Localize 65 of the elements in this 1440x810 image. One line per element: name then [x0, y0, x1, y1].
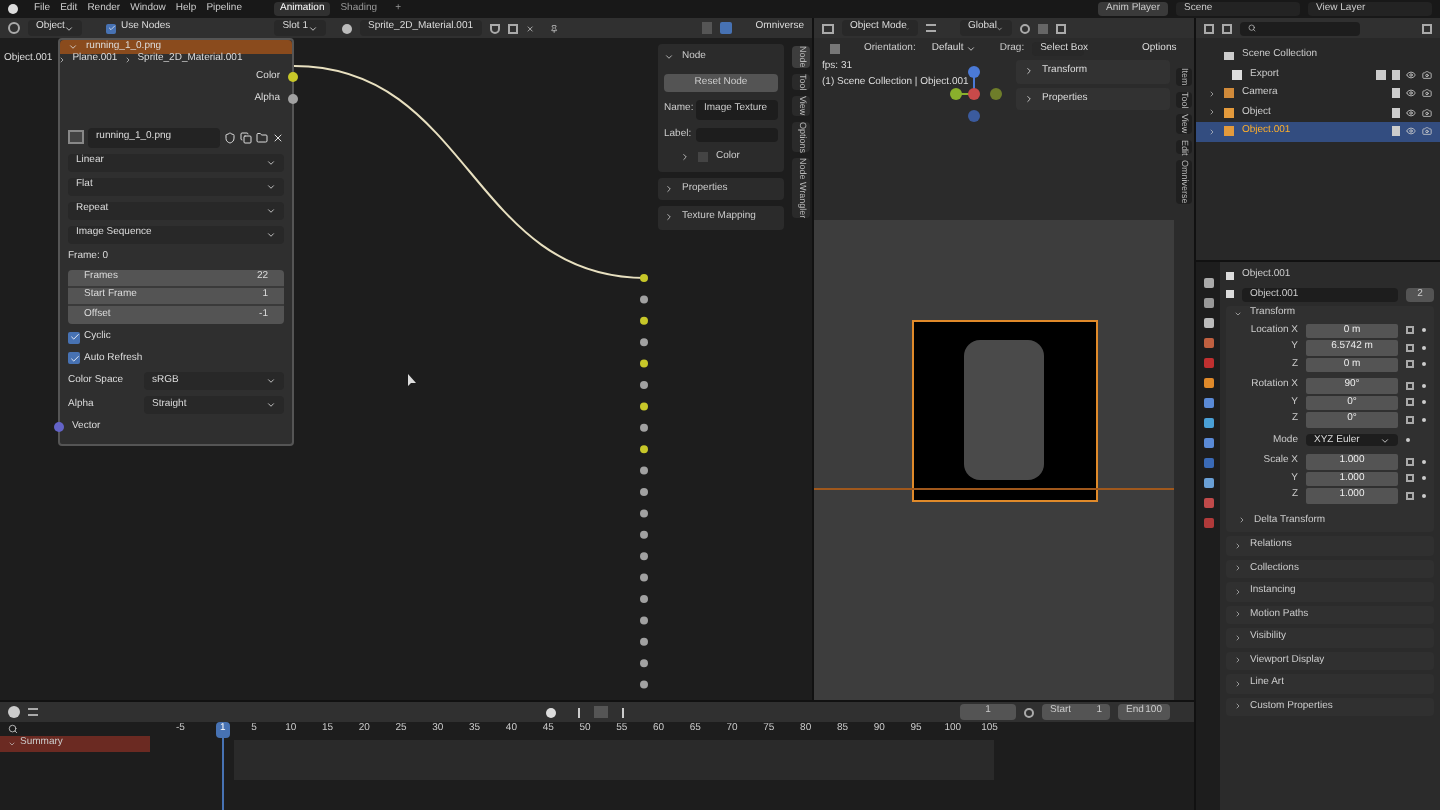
material-icon: [341, 23, 352, 33]
filter-icon: [1422, 23, 1432, 33]
cursor-icon: [408, 374, 416, 386]
chevron-icon: [266, 205, 276, 215]
snap-icon: [1020, 23, 1030, 33]
eye-icon[interactable]: [1406, 107, 1416, 118]
editor-type-icon: [8, 706, 20, 718]
use-nodes-checkbox[interactable]: [106, 23, 117, 33]
close-icon[interactable]: [272, 131, 284, 144]
menu-icon: [28, 708, 38, 716]
chevron-icon: [664, 212, 674, 223]
display-mode-icon: [1222, 23, 1232, 33]
chevron-icon: [664, 183, 674, 194]
chevron-icon: [266, 229, 276, 239]
camera-icon[interactable]: [1422, 126, 1432, 137]
editor-type-icon: [8, 22, 20, 34]
chevron-icon: [307, 23, 318, 33]
collapse-icon: [68, 42, 78, 52]
checkbox-icon: [698, 152, 708, 163]
object-icon: [1226, 271, 1234, 280]
eye-icon[interactable]: [1406, 126, 1416, 137]
camera-icon: [1224, 88, 1234, 99]
chevron-icon: [64, 23, 75, 33]
stopwatch-icon: [1024, 707, 1034, 717]
socket-icon: [54, 422, 64, 433]
duplicate-icon[interactable]: [240, 131, 252, 144]
search-field[interactable]: [1240, 21, 1360, 35]
object-icon: [1226, 290, 1234, 299]
editor-type-icon: [1204, 23, 1214, 33]
chevron-icon: [1024, 66, 1034, 77]
chevron-icon: [680, 152, 690, 163]
image-icon: [68, 130, 84, 145]
shield-icon: [489, 23, 500, 33]
chevron-icon: [266, 181, 276, 191]
eye-icon[interactable]: [1406, 88, 1416, 99]
proportional-icon: [1056, 23, 1066, 33]
chevron-icon: [664, 52, 674, 63]
search-icon[interactable]: [8, 724, 18, 734]
menu-icon: [926, 24, 936, 32]
editor-type-icon: [822, 23, 834, 33]
blender-logo-icon: [8, 4, 18, 14]
tool-icon: [830, 44, 840, 54]
chevron-icon: [1024, 93, 1034, 104]
chevron-icon: [965, 44, 976, 54]
photo-placeholder: [964, 340, 1044, 480]
record-icon: [546, 707, 556, 717]
grid-icon: [1038, 23, 1048, 33]
eye-icon[interactable]: [1406, 69, 1416, 80]
duplicate-icon: [507, 23, 518, 33]
camera-icon[interactable]: [1422, 69, 1432, 80]
camera-icon[interactable]: [1422, 107, 1432, 118]
camera-icon[interactable]: [1422, 88, 1432, 99]
chevron-icon: [266, 157, 276, 167]
checkbox[interactable]: [68, 331, 80, 344]
chevron-icon: [1380, 435, 1390, 446]
close-icon[interactable]: [525, 23, 534, 33]
overlay-icon: [719, 22, 732, 34]
checkbox-icon: [1376, 69, 1386, 80]
chevron-icon: [266, 400, 276, 410]
shield-icon[interactable]: [224, 131, 236, 144]
folder-icon[interactable]: [256, 131, 268, 144]
checkbox[interactable]: [68, 352, 80, 365]
chevron-icon: [266, 376, 276, 386]
search-icon: [1248, 24, 1256, 32]
pin-icon[interactable]: [549, 23, 558, 33]
